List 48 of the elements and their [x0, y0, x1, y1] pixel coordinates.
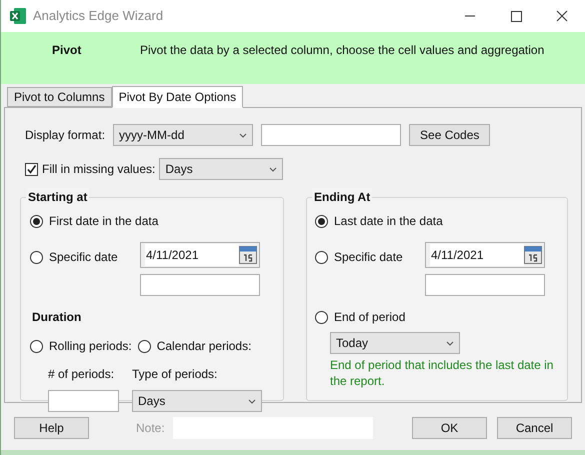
input-field[interactable]	[140, 274, 260, 296]
spreadsheet-logo-icon	[9, 7, 27, 25]
radio-button[interactable]	[30, 250, 43, 264]
duration-title: Duration	[32, 309, 82, 326]
input-field[interactable]	[261, 124, 402, 146]
header-description: Pivot the data by a selected column, choose the cell values and aggregation	[140, 42, 544, 59]
chevron-down-icon	[248, 398, 256, 404]
chevron-down-icon	[446, 340, 454, 346]
calendar-icon[interactable]	[239, 246, 257, 264]
fill-dropdown[interactable]: Days	[159, 158, 284, 180]
see-codes-button[interactable]: See Codes	[409, 124, 490, 146]
cancel-button[interactable]: Cancel	[497, 417, 572, 439]
period-type-dropdown[interactable]: Days	[132, 390, 262, 412]
period-end-dropdown[interactable]: Today	[330, 332, 460, 354]
tab[interactable]: Pivot to Columns	[7, 87, 112, 107]
checkbox-label: Fill in missing values:	[42, 161, 156, 178]
window-title: Analytics Edge Wizard	[33, 7, 164, 26]
note-label: Note:	[136, 420, 165, 437]
ok-button[interactable]: OK	[412, 417, 487, 439]
input-field[interactable]	[425, 274, 545, 296]
radio-label: Specific date	[49, 249, 118, 266]
calendar-icon[interactable]	[524, 246, 542, 264]
radio-button[interactable]	[315, 310, 328, 324]
radio-label: Rolling periods:	[49, 338, 132, 355]
display-format-label: Display format:	[25, 127, 106, 144]
chevron-down-icon	[269, 166, 278, 172]
radio-label: End of period	[334, 309, 406, 326]
period-type-label: Type of periods:	[132, 366, 218, 383]
radio-label: First date in the data	[49, 213, 158, 230]
hint-text: End of period that includes the last date in the report.	[330, 357, 554, 389]
periods-label: # of periods:	[48, 366, 116, 383]
radio-label: Specific date	[334, 249, 403, 266]
tab[interactable]: Pivot By Date Options	[112, 86, 244, 108]
input-field[interactable]	[48, 390, 119, 412]
radio-button[interactable]	[30, 214, 43, 228]
radio-button[interactable]	[30, 340, 43, 352]
help-button[interactable]: Help	[14, 417, 89, 439]
checkbox[interactable]	[25, 162, 38, 176]
radio-button[interactable]	[138, 340, 151, 352]
header-title: Pivot	[52, 42, 82, 59]
date-picker[interactable]: 4/11/2021	[140, 242, 260, 268]
format-dropdown[interactable]: yyyy-MM-dd	[113, 124, 254, 146]
radio-label: Calendar periods:	[156, 338, 252, 355]
chevron-down-icon	[239, 132, 248, 138]
radio-label: Last date in the data	[334, 213, 443, 230]
radio-button[interactable]	[315, 214, 328, 228]
radio-button[interactable]	[315, 250, 328, 264]
date-picker[interactable]: 4/11/2021	[425, 242, 545, 268]
